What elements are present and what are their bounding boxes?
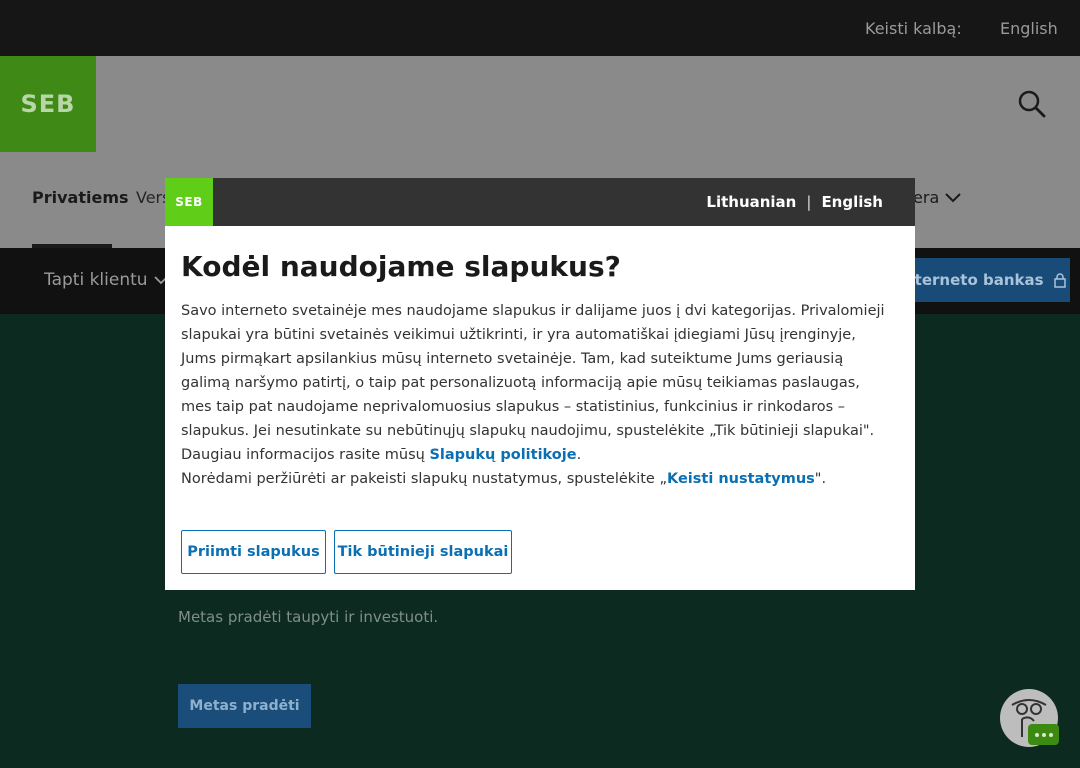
hero-cta-button[interactable]: Metas pradėti [178,684,311,728]
internet-bank-label: nterneto bankas [904,271,1044,289]
internet-bank-button[interactable]: nterneto bankas [898,258,1070,302]
nav-item-private[interactable]: Privatiems [32,188,129,207]
modal-logo-text: SEB [175,195,203,209]
modal-seb-logo: SEB [165,178,213,226]
more-info-prefix: Daugiau informacijos rasite mūsų [181,447,430,463]
accept-cookies-button[interactable]: Priimti slapukus [181,530,326,574]
become-client-label: Tapti klientu [44,270,148,290]
modal-lang-lithuanian[interactable]: Lithuanian [706,193,796,211]
necessary-cookies-button[interactable]: Tik būtinieji slapukai [334,530,512,574]
seb-logo[interactable]: SEB [0,56,96,152]
search-icon [1018,90,1046,118]
lock-icon [1053,272,1066,288]
change-language-label: Keisti kalbą: [865,19,962,38]
search-button[interactable] [1016,88,1048,120]
cookie-description: Savo interneto svetainėje mes naudojame … [181,303,885,439]
cookie-consent-modal: SEB Lithuanian | English Kodėl naudojame… [165,178,915,590]
cookie-policy-link[interactable]: Slapukų politikoje [429,447,576,463]
settings-prefix: Norėdami peržiūrėti ar pakeisti slapukų … [181,471,667,487]
modal-lang-english[interactable]: English [821,193,883,211]
language-english-link[interactable]: English [1000,19,1058,38]
more-info-line: Daugiau informacijos rasite mūsų Slapukų… [181,443,893,467]
modal-lang-separator: | [806,193,812,211]
top-language-bar: Keisti kalbą: English [0,0,1080,56]
chevron-down-icon [945,192,961,202]
chat-bubble-icon[interactable] [1028,724,1059,745]
hero-subtitle: Metas pradėti taupyti ir investuoti. [178,608,439,626]
more-info-suffix: . [576,447,582,463]
become-client-menu[interactable]: Tapti klientu [44,270,168,290]
settings-line: Norėdami peržiūrėti ar pakeisti slapukų … [181,467,893,491]
settings-suffix: ". [814,471,827,487]
modal-title: Kodėl naudojame slapukus? [181,250,621,283]
modal-header: SEB Lithuanian | English [165,178,915,226]
seb-logo-text: SEB [20,90,76,118]
change-settings-link[interactable]: Keisti nustatymus [667,471,815,487]
modal-body: Savo interneto svetainėje mes naudojame … [181,299,893,491]
modal-language-switcher: Lithuanian | English [706,193,883,211]
